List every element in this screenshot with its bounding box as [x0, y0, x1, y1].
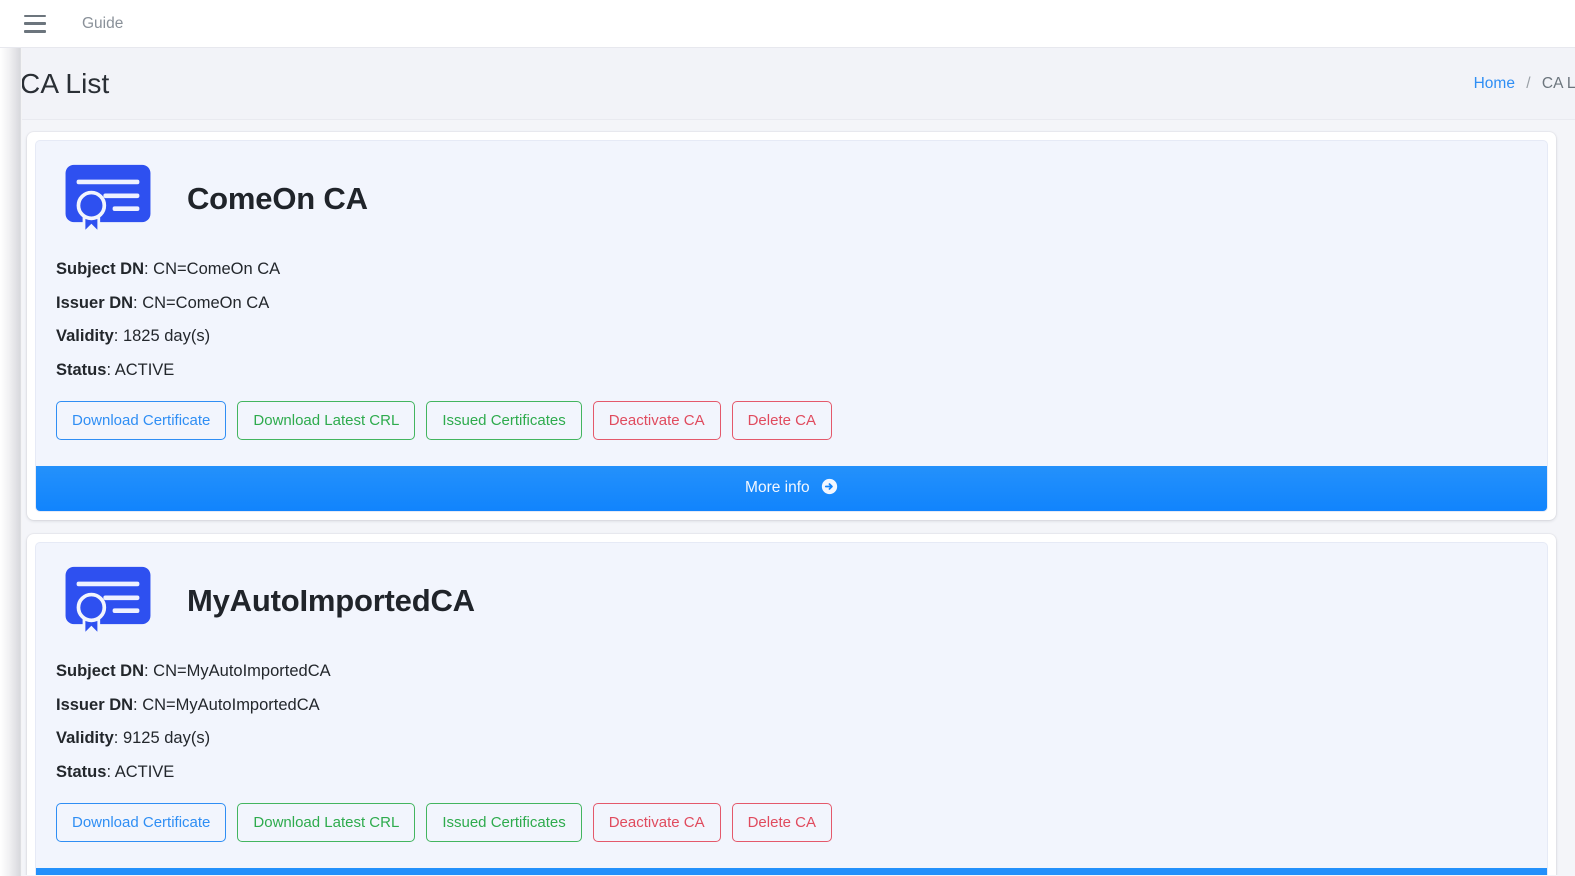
download-certificate-button[interactable]: Download Certificate	[56, 803, 227, 842]
status-badge: : ACTIVE	[106, 360, 175, 379]
status-badge: : ACTIVE	[106, 762, 175, 781]
ca-field-issuer-dn: Issuer DN: CN=ComeOn CA	[56, 293, 1527, 312]
field-value: : 9125 day(s)	[113, 729, 211, 747]
download-latest-crl-button[interactable]: Download Latest CRL	[237, 401, 416, 440]
more-info-button[interactable]: More info	[36, 868, 1547, 875]
field-label: Subject DN	[56, 260, 145, 278]
field-value: : CN=ComeOn CA	[144, 260, 281, 278]
ca-card-body: MyAutoImportedCA Subject DN: CN=MyAutoIm…	[35, 542, 1548, 875]
ca-card-body: ComeOn CA Subject DN: CN=ComeOn CA Issue…	[35, 140, 1548, 512]
field-value: : CN=ComeOn CA	[133, 293, 270, 312]
hamburger-bar	[24, 14, 46, 18]
certificate-icon	[65, 164, 151, 235]
issued-certificates-button[interactable]: Issued Certificates	[426, 803, 582, 842]
ca-card: MyAutoImportedCA Subject DN: CN=MyAutoIm…	[27, 534, 1556, 875]
ca-field-subject-dn: Subject DN: CN=ComeOn CA	[56, 261, 1527, 278]
ca-actions: Download Certificate Download Latest CRL…	[56, 803, 1527, 868]
breadcrumb: Home / CA List	[1474, 75, 1575, 93]
page-header: CA List Home / CA List	[0, 48, 1575, 120]
breadcrumb-item-current: CA List	[1541, 74, 1575, 92]
ca-field-issuer-dn: Issuer DN: CN=MyAutoImportedCA	[56, 695, 1527, 714]
download-certificate-button[interactable]: Download Certificate	[56, 401, 227, 440]
field-label: Subject DN	[56, 662, 145, 680]
field-label: Issuer DN	[56, 293, 134, 312]
delete-ca-button[interactable]: Delete CA	[731, 401, 832, 440]
field-value: : CN=MyAutoImportedCA	[144, 662, 331, 680]
ca-field-status: Status: ACTIVE	[56, 762, 1527, 781]
ca-field-status: Status: ACTIVE	[56, 360, 1527, 379]
arrow-circle-right-icon	[821, 478, 838, 500]
hamburger-bar	[24, 29, 46, 33]
deactivate-ca-button[interactable]: Deactivate CA	[592, 803, 721, 842]
delete-ca-button[interactable]: Delete CA	[731, 803, 832, 842]
field-label: Issuer DN	[56, 695, 134, 714]
ca-field-subject-dn: Subject DN: CN=MyAutoImportedCA	[56, 663, 1527, 680]
ca-name: MyAutoImportedCA	[187, 583, 475, 618]
ca-details: Subject DN: CN=MyAutoImportedCA Issuer D…	[56, 663, 1527, 803]
issued-certificates-button[interactable]: Issued Certificates	[426, 401, 582, 440]
ca-card-header: MyAutoImportedCA	[56, 565, 1527, 663]
hamburger-icon[interactable]	[24, 14, 46, 33]
top-navbar: Guide	[0, 0, 1575, 48]
ca-name: ComeOn CA	[187, 181, 368, 216]
ca-card: ComeOn CA Subject DN: CN=ComeOn CA Issue…	[27, 132, 1556, 520]
field-label: Status	[56, 762, 107, 781]
download-latest-crl-button[interactable]: Download Latest CRL	[237, 803, 416, 842]
field-value: : CN=MyAutoImportedCA	[133, 695, 320, 714]
more-info-label: More info	[745, 479, 810, 496]
page-title: CA List	[20, 67, 110, 99]
field-label: Status	[56, 360, 107, 379]
ca-details: Subject DN: CN=ComeOn CA Issuer DN: CN=C…	[56, 261, 1527, 401]
hamburger-bar	[24, 22, 46, 25]
breadcrumb-separator: /	[1526, 74, 1531, 92]
ca-actions: Download Certificate Download Latest CRL…	[56, 401, 1527, 466]
ca-card-header: ComeOn CA	[56, 163, 1527, 261]
ca-list-container: ComeOn CA Subject DN: CN=ComeOn CA Issue…	[0, 120, 1575, 875]
breadcrumb-item-home[interactable]: Home	[1474, 75, 1515, 92]
deactivate-ca-button[interactable]: Deactivate CA	[592, 401, 721, 440]
more-info-button[interactable]: More info	[36, 466, 1547, 511]
certificate-icon	[65, 566, 151, 637]
field-label: Validity	[56, 729, 114, 747]
nav-item-guide[interactable]: Guide	[82, 15, 123, 33]
field-value: : 1825 day(s)	[113, 327, 211, 345]
ca-field-validity: Validity: 9125 day(s)	[56, 730, 1527, 747]
ca-field-validity: Validity: 1825 day(s)	[56, 328, 1527, 345]
field-label: Validity	[56, 327, 114, 345]
